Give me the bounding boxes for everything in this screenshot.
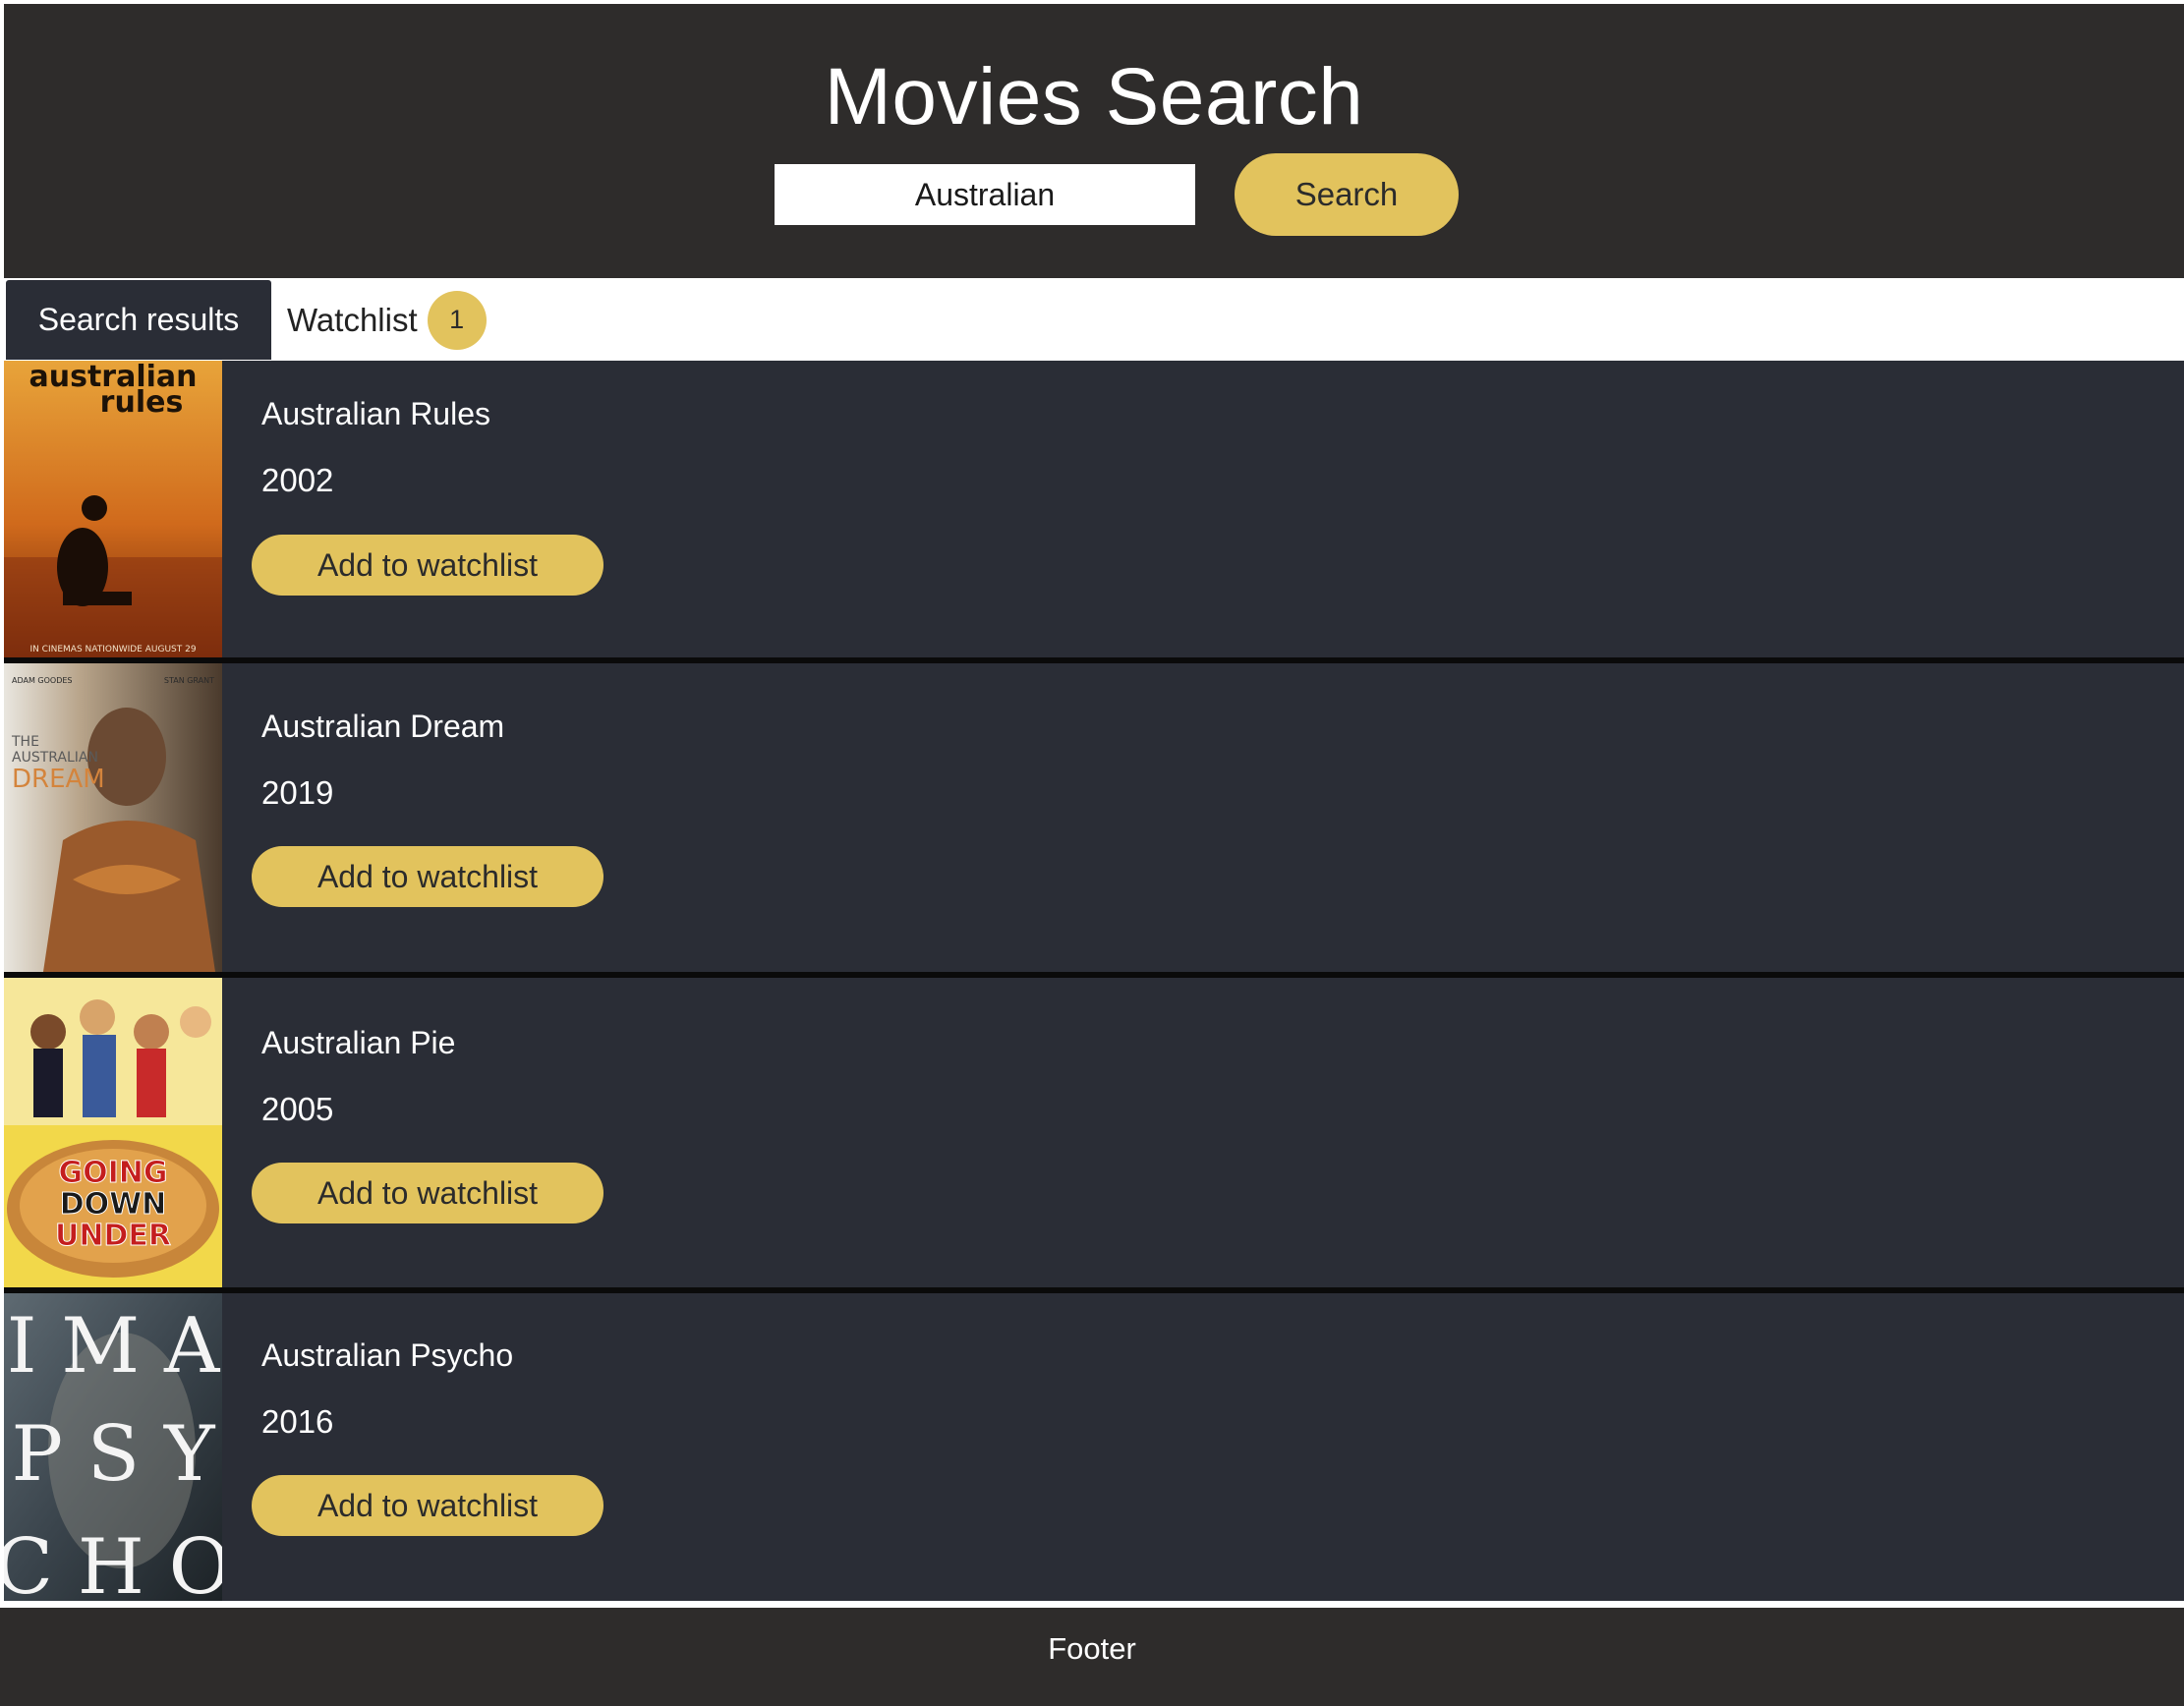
app-header: Movies Search Search <box>4 4 2184 278</box>
movie-year: 2005 <box>261 1091 334 1127</box>
movie-poster[interactable]: ADAM GOODES STAN GRANT THE AUSTRALIAN DR… <box>4 663 222 972</box>
poster-actor-2: STAN GRANT <box>164 676 214 685</box>
movie-card: ADAM GOODES STAN GRANT THE AUSTRALIAN DR… <box>4 663 2184 978</box>
poster-australian-rules: australian rules IN CINEMAS NATIONWIDE A… <box>4 361 222 657</box>
movie-year: 2019 <box>261 774 334 811</box>
poster-australian-dream: ADAM GOODES STAN GRANT THE AUSTRALIAN DR… <box>4 663 222 972</box>
poster-title-line-3: DREAM <box>12 765 105 794</box>
movie-card: I M A P S Y C H O Australian Psycho 2016… <box>4 1293 2184 1601</box>
tab-bar: Search results Watchlist 1 <box>0 278 2184 361</box>
add-to-watchlist-button[interactable]: Add to watchlist <box>252 846 603 907</box>
poster-title-line-2: rules <box>100 385 184 420</box>
add-to-watchlist-button[interactable]: Add to watchlist <box>252 1475 603 1536</box>
movie-poster[interactable]: I M A P S Y C H O <box>4 1293 222 1601</box>
poster-title-line-1: THE <box>11 734 39 750</box>
watchlist-count-badge: 1 <box>427 290 487 350</box>
page-title: Movies Search <box>824 52 1364 142</box>
poster-title-line-3: C H O <box>4 1523 222 1601</box>
poster-actor-1: ADAM GOODES <box>12 676 73 685</box>
movie-card: GOING DOWN UNDER Australian Pie 2005 Add… <box>4 978 2184 1293</box>
poster-australian-pie: GOING DOWN UNDER <box>4 978 222 1287</box>
poster-title-line-2: DOWN <box>60 1187 167 1222</box>
page-footer: Footer <box>0 1608 2184 1706</box>
tab-watchlist[interactable]: Watchlist 1 <box>287 280 487 360</box>
search-results-list: australian rules IN CINEMAS NATIONWIDE A… <box>4 361 2184 1601</box>
poster-title-line-2: P S Y <box>12 1410 217 1499</box>
movie-title: Australian Dream <box>261 709 505 744</box>
movie-year: 2002 <box>261 462 334 498</box>
search-button[interactable]: Search <box>1235 153 1459 236</box>
poster-title-line-1: GOING <box>58 1156 167 1190</box>
movie-year: 2016 <box>261 1403 334 1440</box>
movie-title: Australian Pie <box>261 1025 456 1060</box>
movie-poster[interactable]: GOING DOWN UNDER <box>4 978 222 1287</box>
poster-title-line-3: UNDER <box>55 1219 171 1253</box>
movie-title: Australian Psycho <box>261 1337 514 1373</box>
tab-watchlist-label: Watchlist <box>287 301 418 338</box>
poster-tagline: IN CINEMAS NATIONWIDE AUGUST 29 <box>29 645 196 654</box>
poster-title-line-1: I M A <box>7 1302 221 1391</box>
poster-australian-psycho: I M A P S Y C H O <box>4 1293 222 1601</box>
page: Movies Search Search Search results Watc… <box>0 0 2184 1706</box>
add-to-watchlist-button[interactable]: Add to watchlist <box>252 1163 603 1223</box>
tab-search-results[interactable]: Search results <box>6 280 271 360</box>
movie-poster[interactable]: australian rules IN CINEMAS NATIONWIDE A… <box>4 361 222 657</box>
poster-title-line-2: AUSTRALIAN <box>12 750 98 766</box>
add-to-watchlist-button[interactable]: Add to watchlist <box>252 535 603 596</box>
search-input[interactable] <box>775 164 1195 225</box>
movie-card: australian rules IN CINEMAS NATIONWIDE A… <box>4 361 2184 663</box>
movie-title: Australian Rules <box>261 396 490 431</box>
